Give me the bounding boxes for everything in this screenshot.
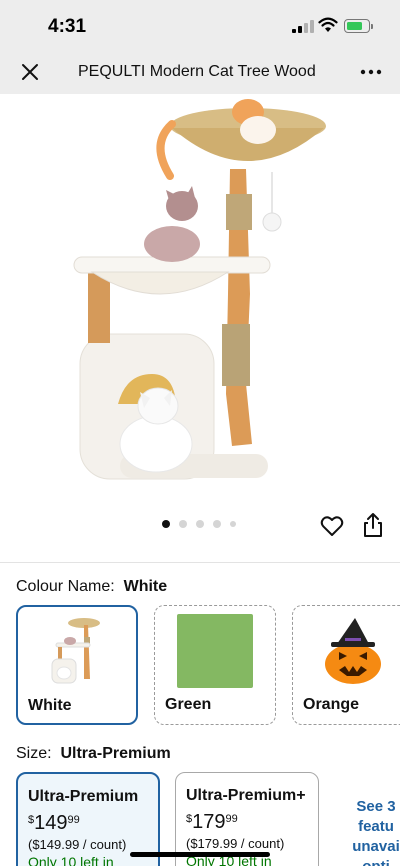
size-label: Size: Ultra-Premium: [16, 745, 171, 762]
close-icon[interactable]: [18, 60, 42, 84]
wifi-icon: [318, 17, 338, 32]
section-divider: [0, 562, 400, 563]
carousel-dot: [179, 520, 187, 528]
white-cat-tree-thumbnail: [51, 618, 100, 684]
nav-header: PEQULTI Modern Cat Tree Wood: [0, 50, 400, 94]
carousel-dot: [162, 520, 170, 528]
colour-option-orange[interactable]: Orange: [292, 605, 400, 725]
more-options-icon[interactable]: [356, 60, 386, 84]
page-title: PEQULTI Modern Cat Tree Wood: [78, 63, 316, 80]
battery-icon: [344, 19, 373, 33]
status-bar: 4:31: [0, 0, 400, 50]
size-option-price: $17999: [186, 811, 238, 833]
green-fabric-thumbnail: [177, 614, 253, 688]
carousel-dot: [213, 520, 221, 528]
share-icon[interactable]: [362, 512, 384, 538]
size-option-unit-price: ($149.99 / count): [28, 837, 127, 852]
colour-option-white[interactable]: White: [16, 605, 138, 725]
size-option-name: Ultra-Premium+: [186, 787, 306, 804]
product-image[interactable]: [0, 94, 400, 504]
cellular-signal-icon: [292, 20, 314, 33]
see-more-options-link[interactable]: See 3 featu unavai opti: [346, 797, 400, 866]
size-option-unit-price: ($179.99 / count): [186, 836, 285, 851]
colour-option-label: Orange: [303, 696, 360, 713]
home-indicator[interactable]: [130, 852, 270, 857]
colour-name-label: Colour Name: White: [16, 578, 168, 595]
colour-option-label: White: [28, 697, 72, 714]
colour-selected-value: White: [123, 578, 168, 595]
status-time: 4:31: [48, 16, 87, 37]
size-option-name: Ultra-Premium: [28, 788, 139, 805]
pumpkin-thumbnail: [325, 618, 381, 684]
heart-icon[interactable]: [320, 514, 344, 538]
colour-option-label: Green: [165, 696, 212, 713]
colour-option-green[interactable]: Green: [154, 605, 276, 725]
size-selected-value: Ultra-Premium: [60, 745, 171, 762]
size-option-price: $14999: [28, 812, 80, 834]
size-option-stock: Only 10 left in: [28, 854, 114, 866]
carousel-dot: [230, 521, 236, 527]
carousel-dot: [196, 520, 204, 528]
